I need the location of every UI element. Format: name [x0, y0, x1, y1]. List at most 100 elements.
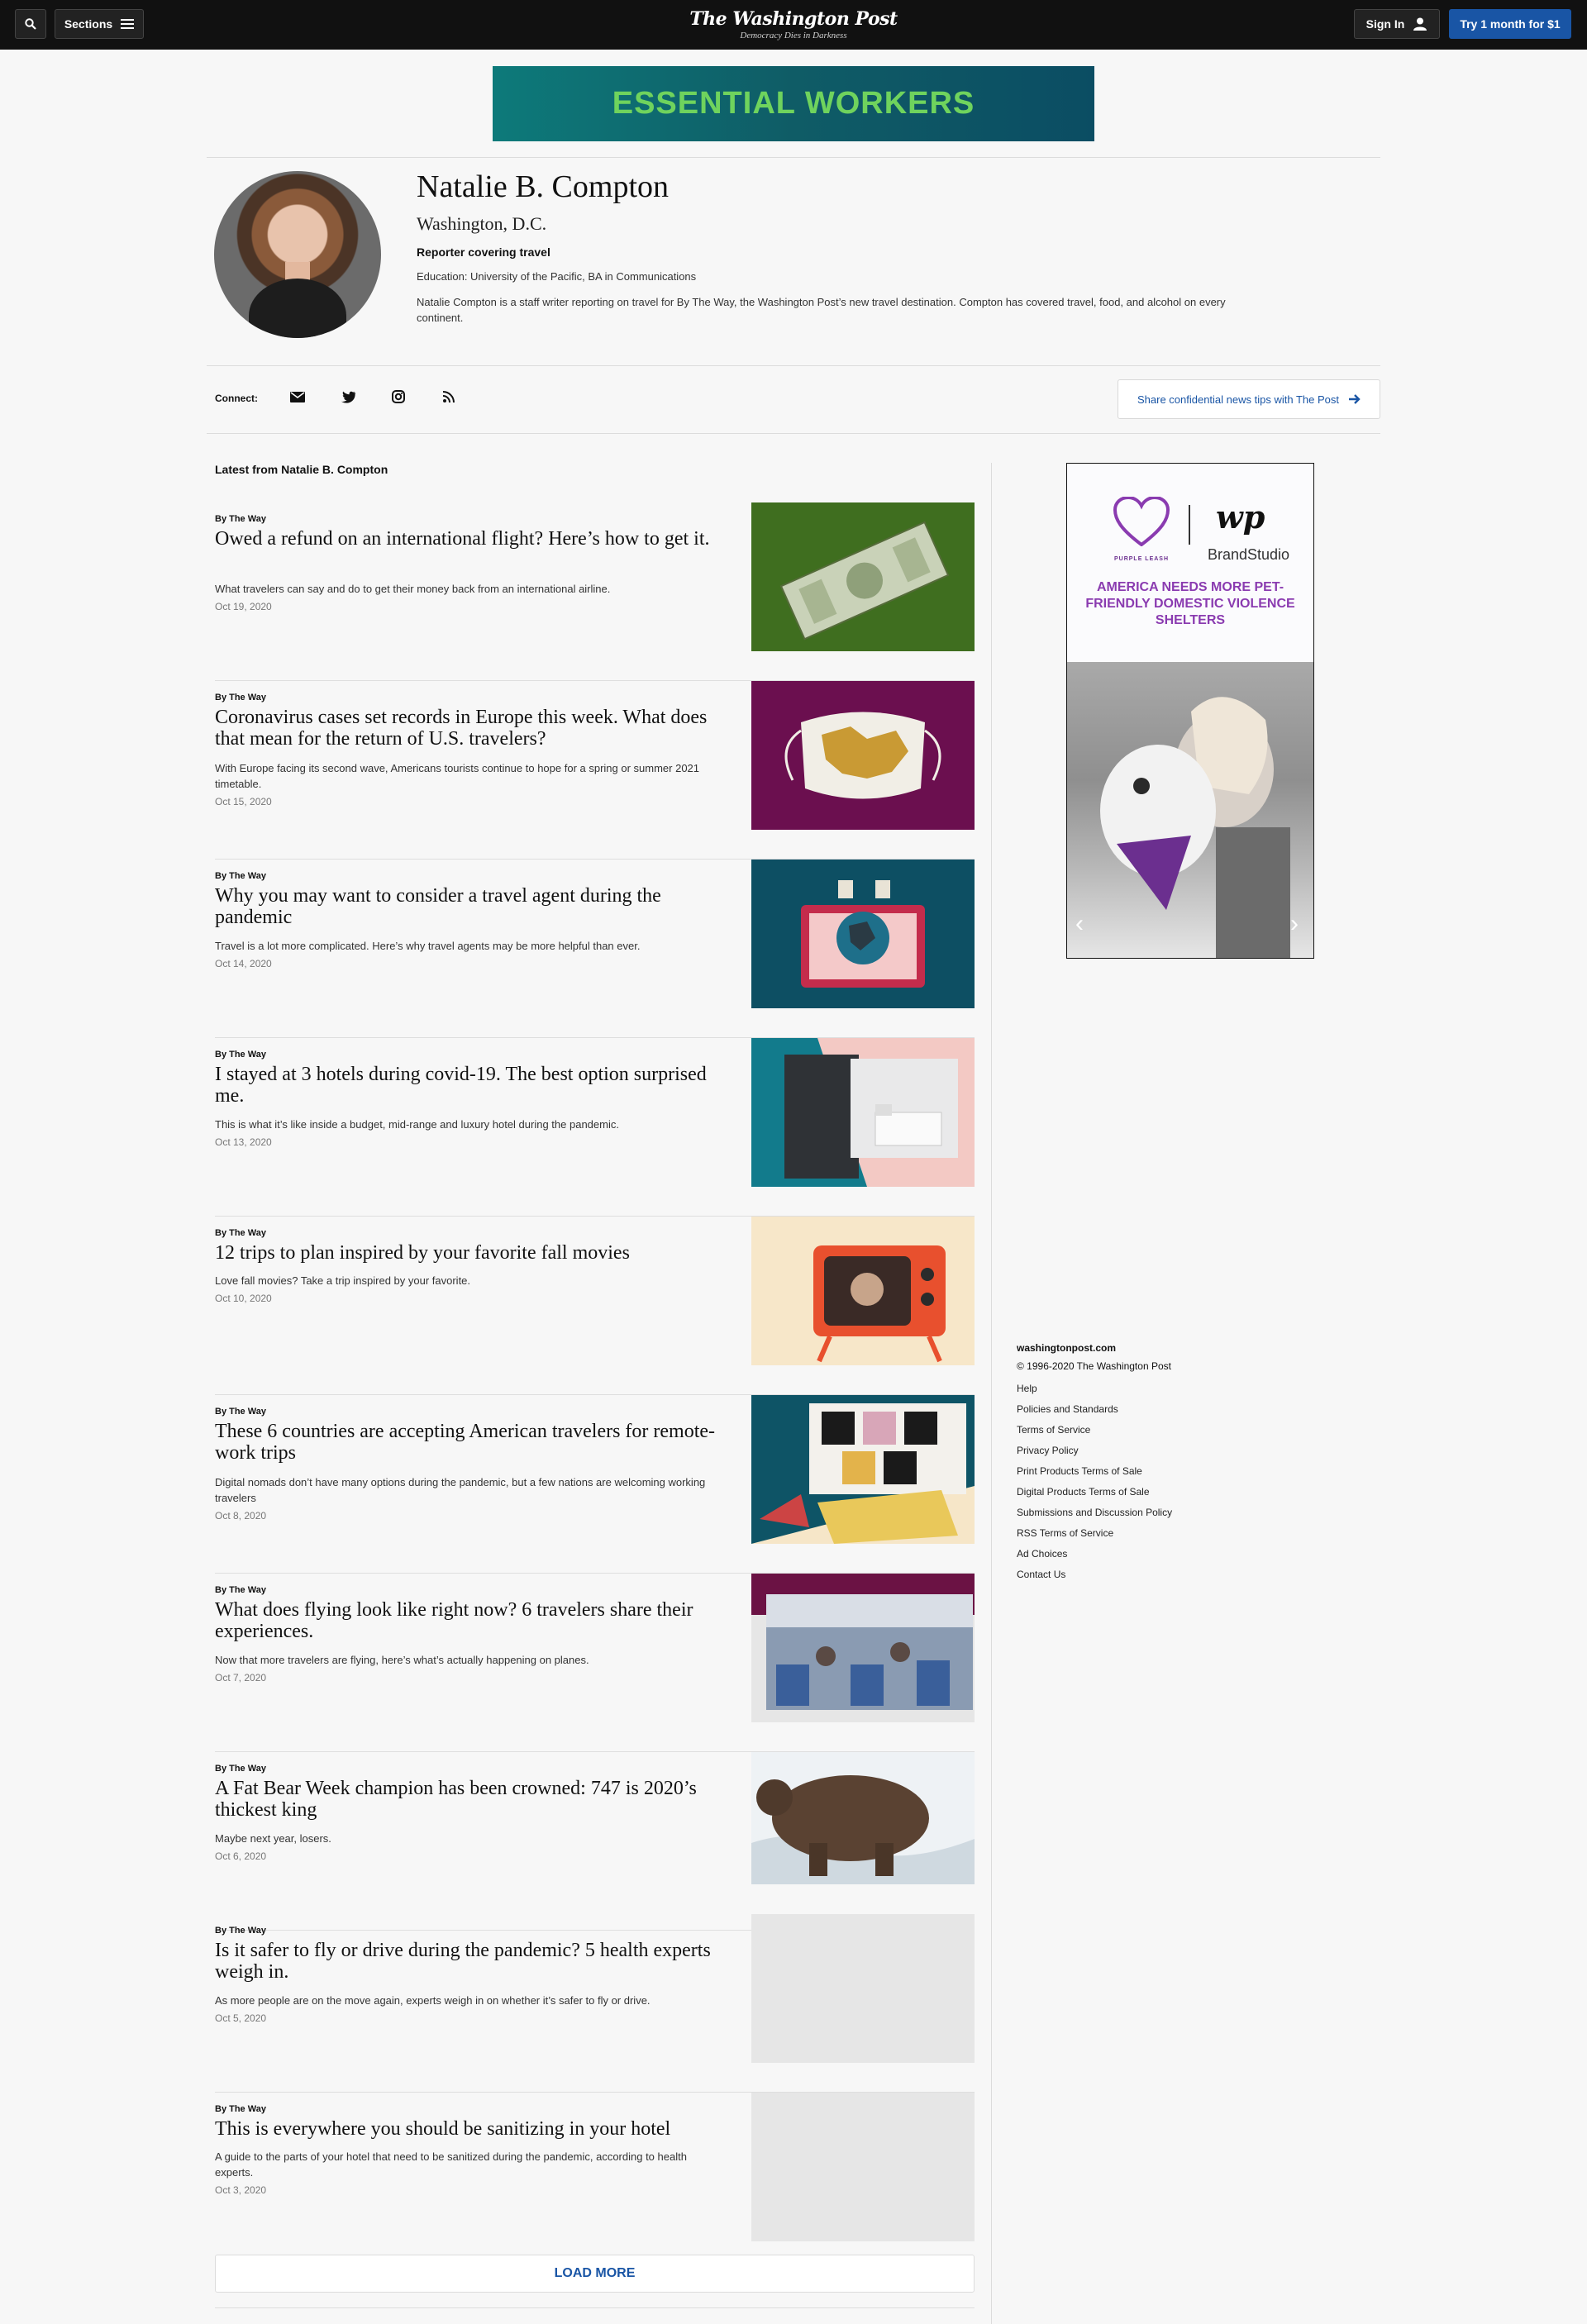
footer-link-digital-terms[interactable]: Digital Products Terms of Sale — [1017, 1482, 1265, 1503]
article-thumbnail[interactable] — [751, 1395, 975, 1544]
article-card: By The Way I stayed at 3 hotels during c… — [215, 1038, 975, 1217]
carousel-prev-icon[interactable]: ‹ — [1075, 910, 1084, 938]
article-card: By The Way Coronavirus cases set records… — [215, 681, 975, 860]
footer-link-rss[interactable]: RSS Terms of Service — [1017, 1523, 1265, 1544]
sections-button[interactable]: Sections — [55, 9, 144, 39]
article-kicker[interactable]: By The Way — [215, 693, 266, 702]
sidebar-ad-photo — [1067, 662, 1313, 958]
footer-link-submissions[interactable]: Submissions and Discussion Policy — [1017, 1503, 1265, 1523]
article-headline[interactable]: This is everywhere you should be sanitiz… — [215, 2118, 727, 2140]
article-kicker[interactable]: By The Way — [215, 1407, 266, 1417]
logo-name: The Washington Post — [689, 8, 898, 30]
article-thumbnail[interactable] — [751, 2093, 975, 2241]
sign-in-label: Sign In — [1365, 17, 1405, 31]
article-meta: This is what it’s like inside a budget, … — [215, 1117, 727, 1148]
sidebar-ad-header: PURPLE LEASH wp BrandStudio AMERICA NEED… — [1067, 464, 1313, 662]
banner-ad-text: ESSENTIAL WORKERS — [612, 86, 975, 121]
article-blurb: Now that more travelers are flying, here… — [215, 1654, 589, 1666]
article-thumbnail[interactable] — [751, 1038, 975, 1187]
author-education: Education: University of the Pacific, BA… — [417, 270, 697, 283]
footer-link-contact[interactable]: Contact Us — [1017, 1564, 1265, 1585]
article-kicker[interactable]: By The Way — [215, 1050, 266, 1060]
heart-logo-icon — [1113, 497, 1170, 546]
rss-icon[interactable] — [439, 387, 459, 407]
banner-ad[interactable]: ESSENTIAL WORKERS — [493, 66, 1094, 141]
author-bio: Natalie Compton is a staff writer report… — [417, 296, 1226, 324]
footer-link-ad-choices[interactable]: Ad Choices — [1017, 1544, 1265, 1564]
footer-link-privacy[interactable]: Privacy Policy — [1017, 1441, 1265, 1461]
article-headline[interactable]: Owed a refund on an international flight… — [215, 528, 727, 550]
article-date: Oct 7, 2020 — [215, 1672, 267, 1683]
article-card: By The Way Is it safer to fly or drive d… — [215, 1914, 975, 2093]
author-role: Reporter covering travel — [417, 245, 550, 259]
article-kicker[interactable]: By The Way — [215, 2104, 266, 2114]
article-date: Oct 14, 2020 — [215, 958, 272, 969]
article-meta: A guide to the parts of your hotel that … — [215, 2149, 727, 2196]
footer-copyright: © 1996-2020 The Washington Post — [1017, 1360, 1171, 1372]
instagram-icon[interactable] — [388, 387, 408, 407]
footer-link-policies[interactable]: Policies and Standards — [1017, 1399, 1265, 1420]
carousel-next-icon[interactable]: › — [1290, 910, 1299, 938]
article-thumbnail[interactable] — [751, 860, 975, 1008]
footer-link-help[interactable]: Help — [1017, 1379, 1265, 1399]
footer-link-terms[interactable]: Terms of Service — [1017, 1420, 1265, 1441]
search-icon — [25, 18, 36, 30]
article-thumbnail[interactable] — [751, 681, 975, 830]
news-tips-button[interactable]: Share confidential news tips with The Po… — [1118, 379, 1380, 419]
load-more-button[interactable]: LOAD MORE — [215, 2255, 975, 2293]
article-headline[interactable]: Is it safer to fly or drive during the p… — [215, 1940, 727, 1983]
article-kicker[interactable]: By The Way — [215, 1764, 266, 1774]
article-headline[interactable]: 12 trips to plan inspired by your favori… — [215, 1242, 727, 1264]
hamburger-icon — [121, 19, 135, 29]
article-headline[interactable]: A Fat Bear Week champion has been crowne… — [215, 1778, 727, 1821]
article-card: By The Way These 6 countries are accepti… — [215, 1395, 975, 1574]
article-blurb: A guide to the parts of your hotel that … — [215, 2150, 687, 2179]
article-blurb: Maybe next year, losers. — [215, 1832, 331, 1845]
article-kicker[interactable]: By The Way — [215, 1585, 266, 1595]
article-kicker[interactable]: By The Way — [215, 514, 266, 524]
sign-in-button[interactable]: Sign In — [1354, 9, 1440, 39]
author-location: Washington, D.C. — [417, 213, 547, 234]
article-blurb: With Europe facing its second wave, Amer… — [215, 762, 700, 790]
article-thumbnail[interactable] — [751, 1217, 975, 1365]
article-meta: Maybe next year, losers. Oct 6, 2020 — [215, 1831, 727, 1862]
article-headline[interactable]: Why you may want to consider a travel ag… — [215, 885, 727, 928]
article-card: By The Way 12 trips to plan inspired by … — [215, 1217, 975, 1395]
footer-site: washingtonpost.com — [1017, 1342, 1116, 1354]
article-thumbnail[interactable] — [751, 1752, 975, 1884]
article-thumbnail[interactable] — [751, 502, 975, 651]
article-card: By The Way Owed a refund on an internati… — [215, 502, 975, 681]
article-kicker[interactable]: By The Way — [215, 1228, 266, 1238]
wp-logo-icon: wp — [1216, 498, 1265, 536]
article-card: By The Way Why you may want to consider … — [215, 860, 975, 1038]
footer-link-print-terms[interactable]: Print Products Terms of Sale — [1017, 1461, 1265, 1482]
email-icon[interactable] — [288, 387, 307, 407]
article-headline[interactable]: What does flying look like right now? 6 … — [215, 1599, 727, 1642]
article-meta: As more people are on the move again, ex… — [215, 1993, 727, 2024]
arrow-right-icon — [1349, 394, 1361, 404]
logo-tagline: Democracy Dies in Darkness — [740, 31, 847, 40]
article-date: Oct 19, 2020 — [215, 601, 272, 612]
subscribe-button[interactable]: Try 1 month for $1 — [1449, 9, 1571, 39]
twitter-icon[interactable] — [338, 387, 358, 407]
sidebar-ad-separator — [1189, 505, 1190, 545]
divider — [207, 157, 1380, 158]
article-kicker[interactable]: By The Way — [215, 1926, 266, 1936]
search-button[interactable] — [15, 9, 46, 39]
article-blurb: This is what it’s like inside a budget, … — [215, 1118, 619, 1131]
sidebar-ad[interactable]: PURPLE LEASH wp BrandStudio AMERICA NEED… — [1066, 463, 1314, 959]
article-headline[interactable]: Coronavirus cases set records in Europe … — [215, 707, 727, 750]
article-kicker[interactable]: By The Way — [215, 871, 266, 881]
site-logo[interactable]: The Washington Post Democracy Dies in Da… — [628, 8, 959, 40]
user-icon — [1413, 17, 1427, 31]
divider — [207, 433, 1380, 434]
author-name: Natalie B. Compton — [417, 169, 670, 204]
article-headline[interactable]: I stayed at 3 hotels during covid-19. Th… — [215, 1064, 727, 1107]
sidebar-ad-brand-right: BrandStudio — [1208, 546, 1290, 563]
article-meta: Travel is a lot more complicated. Here’s… — [215, 938, 727, 969]
article-thumbnail[interactable] — [751, 1574, 975, 1722]
article-thumbnail[interactable] — [751, 1914, 975, 2063]
sidebar-ad-headline: AMERICA NEEDS MORE PET-FRIENDLY DOMESTIC… — [1085, 580, 1295, 627]
article-meta: Digital nomads don’t have many options d… — [215, 1474, 727, 1522]
article-headline[interactable]: These 6 countries are accepting American… — [215, 1421, 727, 1464]
